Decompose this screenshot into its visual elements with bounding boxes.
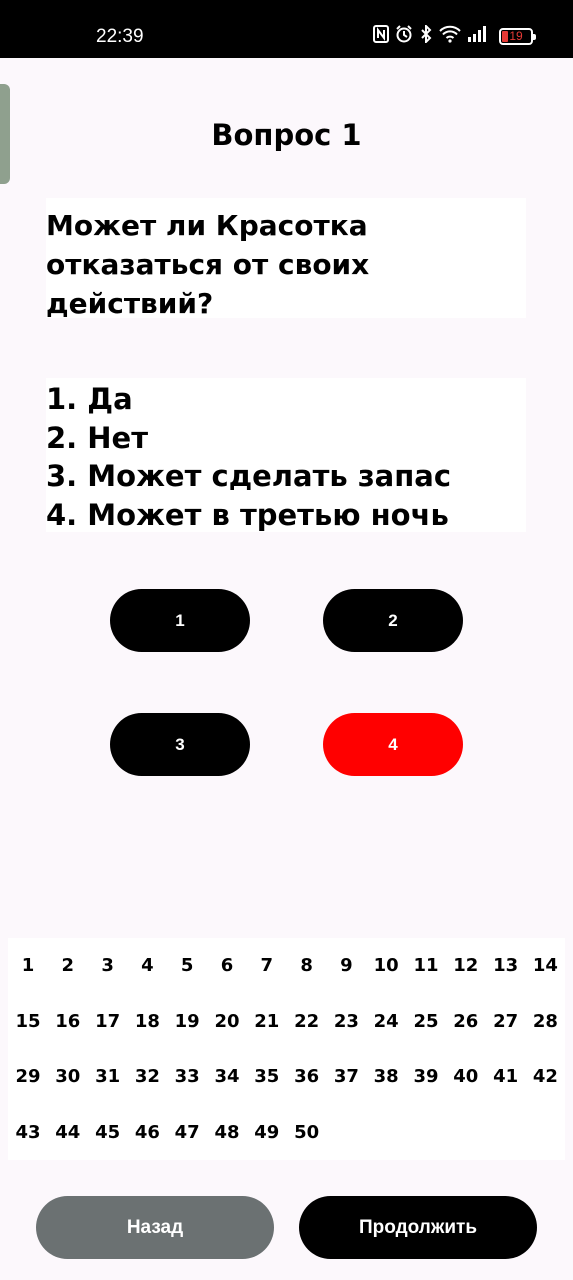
status-bar: 22:39 19 bbox=[0, 0, 573, 58]
battery-level: 19 bbox=[509, 28, 523, 43]
question-number-32[interactable]: 32 bbox=[127, 1062, 167, 1092]
question-number-27[interactable]: 27 bbox=[486, 1007, 526, 1037]
question-number-40[interactable]: 40 bbox=[446, 1062, 486, 1092]
question-number-44[interactable]: 44 bbox=[48, 1118, 88, 1148]
question-number-50[interactable]: 50 bbox=[287, 1118, 327, 1148]
options-list: 1. Да 2. Нет 3. Может сделать запас 4. М… bbox=[46, 378, 526, 532]
question-number-7[interactable]: 7 bbox=[247, 951, 287, 981]
question-number-25[interactable]: 25 bbox=[406, 1007, 446, 1037]
question-number-21[interactable]: 21 bbox=[247, 1007, 287, 1037]
question-number-39[interactable]: 39 bbox=[406, 1062, 446, 1092]
question-number-42[interactable]: 42 bbox=[525, 1062, 565, 1092]
question-number-47[interactable]: 47 bbox=[167, 1118, 207, 1148]
question-number-37[interactable]: 37 bbox=[326, 1062, 366, 1092]
answer-button-3[interactable]: 3 bbox=[110, 713, 250, 776]
option-item: 1. Да bbox=[46, 382, 133, 416]
question-number-12[interactable]: 12 bbox=[446, 951, 486, 981]
answer-button-1[interactable]: 1 bbox=[110, 589, 250, 652]
question-number-19[interactable]: 19 bbox=[167, 1007, 207, 1037]
question-number-10[interactable]: 10 bbox=[366, 951, 406, 981]
question-number-28[interactable]: 28 bbox=[525, 1007, 565, 1037]
continue-button[interactable]: Продолжить bbox=[299, 1196, 537, 1259]
question-number-16[interactable]: 16 bbox=[48, 1007, 88, 1037]
bluetooth-icon bbox=[419, 23, 433, 47]
question-number-36[interactable]: 36 bbox=[287, 1062, 327, 1092]
question-number-4[interactable]: 4 bbox=[127, 951, 167, 981]
question-number-30[interactable]: 30 bbox=[48, 1062, 88, 1092]
question-number-43[interactable]: 43 bbox=[8, 1118, 48, 1148]
question-number-35[interactable]: 35 bbox=[247, 1062, 287, 1092]
answer-button-4[interactable]: 4 bbox=[323, 713, 463, 776]
answer-button-2[interactable]: 2 bbox=[323, 589, 463, 652]
wifi-icon bbox=[439, 25, 461, 47]
question-number-15[interactable]: 15 bbox=[8, 1007, 48, 1037]
question-number-46[interactable]: 46 bbox=[127, 1118, 167, 1148]
question-number-5[interactable]: 5 bbox=[167, 951, 207, 981]
question-number-31[interactable]: 31 bbox=[88, 1062, 128, 1092]
option-item: 4. Может в третью ночь bbox=[46, 497, 449, 532]
question-number-23[interactable]: 23 bbox=[326, 1007, 366, 1037]
question-number-29[interactable]: 29 bbox=[8, 1062, 48, 1092]
alarm-icon bbox=[395, 25, 413, 47]
status-icons: 19 bbox=[373, 23, 536, 47]
question-number-48[interactable]: 48 bbox=[207, 1118, 247, 1148]
nfc-icon bbox=[373, 25, 389, 47]
battery-icon: 19 bbox=[499, 27, 536, 45]
question-number-22[interactable]: 22 bbox=[287, 1007, 327, 1037]
question-number-6[interactable]: 6 bbox=[207, 951, 247, 981]
question-number-49[interactable]: 49 bbox=[247, 1118, 287, 1148]
question-number-38[interactable]: 38 bbox=[366, 1062, 406, 1092]
question-number-11[interactable]: 11 bbox=[406, 951, 446, 981]
question-number-9[interactable]: 9 bbox=[326, 951, 366, 981]
question-number-1[interactable]: 1 bbox=[8, 951, 48, 981]
page-title: Вопрос 1 bbox=[211, 118, 362, 152]
question-number-2[interactable]: 2 bbox=[48, 951, 88, 981]
back-button[interactable]: Назад bbox=[36, 1196, 274, 1259]
question-number-24[interactable]: 24 bbox=[366, 1007, 406, 1037]
question-number-45[interactable]: 45 bbox=[88, 1118, 128, 1148]
question-number-3[interactable]: 3 bbox=[88, 951, 128, 981]
option-item: 3. Может сделать запас bbox=[46, 459, 452, 493]
question-number-34[interactable]: 34 bbox=[207, 1062, 247, 1092]
question-number-17[interactable]: 17 bbox=[88, 1007, 128, 1037]
question-number-41[interactable]: 41 bbox=[486, 1062, 526, 1092]
question-number-33[interactable]: 33 bbox=[167, 1062, 207, 1092]
question-number-20[interactable]: 20 bbox=[207, 1007, 247, 1037]
question-number-13[interactable]: 13 bbox=[486, 951, 526, 981]
question-number-26[interactable]: 26 bbox=[446, 1007, 486, 1037]
question-number-grid: 1 2 3 4 5 6 7 8 9 10 11 12 13 14 15 16 17 18 19 20 21 22 23 24 2… bbox=[8, 938, 565, 1160]
question-number-14[interactable]: 14 bbox=[525, 951, 565, 981]
signal-icon bbox=[467, 25, 489, 47]
question-number-18[interactable]: 18 bbox=[127, 1007, 167, 1037]
question-number-8[interactable]: 8 bbox=[287, 951, 327, 981]
status-time: 22:39 bbox=[96, 26, 144, 47]
battery-cap bbox=[533, 33, 536, 40]
question-text: Может ли Красотка отказаться от своих де… bbox=[46, 198, 526, 320]
option-item: 2. Нет bbox=[46, 420, 149, 455]
